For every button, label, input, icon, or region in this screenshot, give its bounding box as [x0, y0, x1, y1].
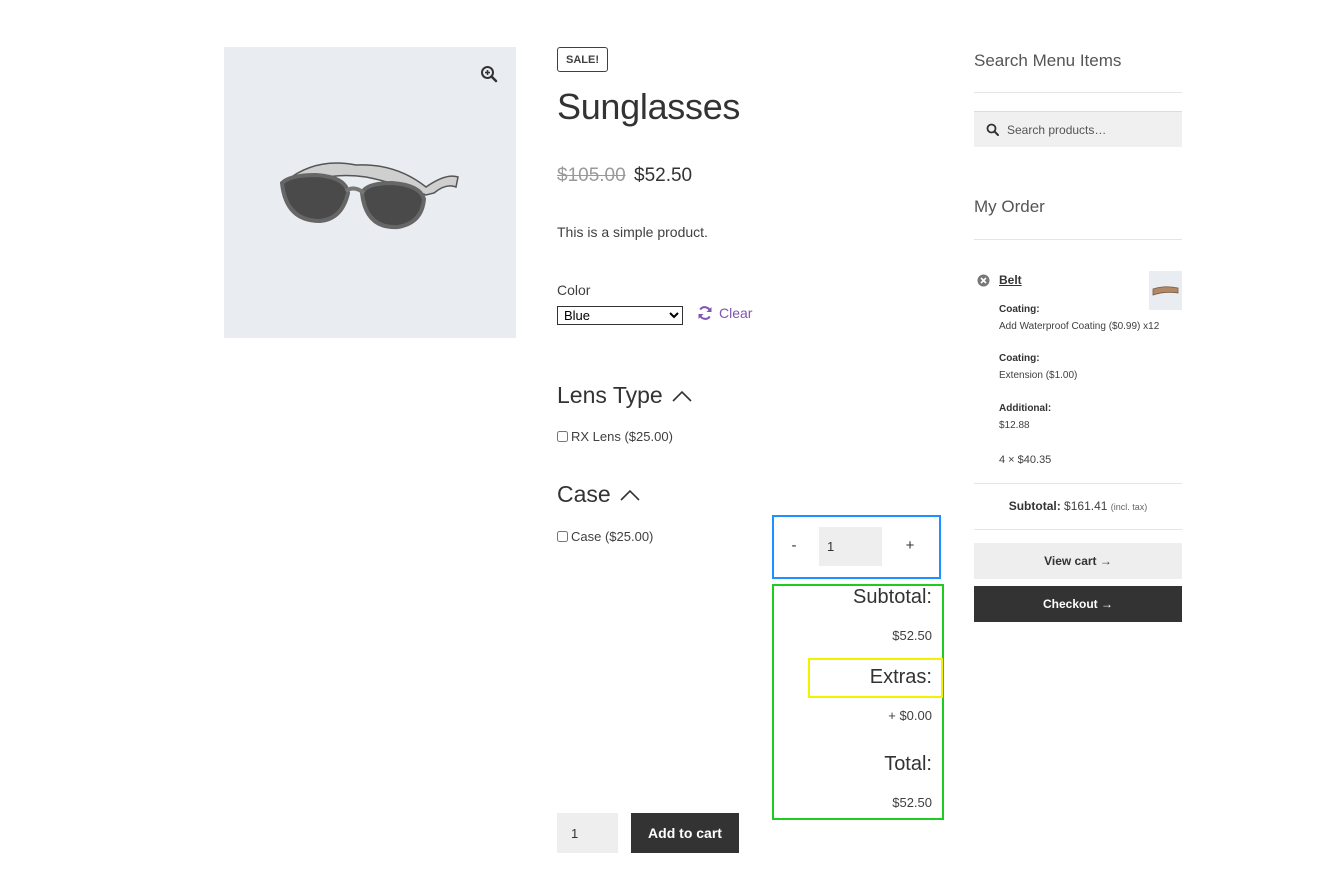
subtotal-value: $52.50: [892, 628, 932, 643]
case-heading[interactable]: Case: [557, 481, 641, 508]
item-meta-value: $12.88: [999, 420, 1030, 431]
color-label: Color: [557, 282, 591, 298]
case-option[interactable]: Case ($25.00): [557, 529, 653, 544]
extras-label: Extras:: [869, 666, 932, 688]
divider: [974, 239, 1182, 240]
arrow-right-icon: →: [1099, 554, 1112, 568]
item-meta-key: Additional:: [999, 403, 1052, 414]
cart-item-link[interactable]: Belt: [999, 273, 1022, 287]
rx-lens-option[interactable]: RX Lens ($25.00): [557, 429, 673, 444]
stepper-quantity-input[interactable]: [819, 527, 882, 566]
clear-label: Clear: [719, 305, 753, 321]
case-title: Case: [557, 481, 611, 507]
item-meta-key: Coating:: [999, 304, 1040, 315]
sale-price: $52.50: [634, 165, 693, 186]
decrement-button[interactable]: -: [782, 534, 806, 558]
clear-link[interactable]: Clear: [697, 305, 752, 321]
item-meta-value: Extension ($1.00): [999, 370, 1078, 381]
sunglasses-image: [279, 162, 459, 230]
product-search: [974, 111, 1182, 148]
rx-lens-checkbox[interactable]: [557, 431, 568, 442]
belt-image: [1152, 286, 1179, 296]
divider: [974, 529, 1182, 530]
add-to-cart-button[interactable]: Add to cart: [631, 813, 739, 853]
item-meta-value: Add Waterproof Coating ($0.99) x12: [999, 321, 1160, 332]
case-checkbox[interactable]: [557, 531, 568, 542]
chevron-up-icon: [620, 489, 640, 501]
product-title: Sunglasses: [557, 86, 741, 127]
total-label: Total:: [884, 753, 932, 775]
view-cart-button[interactable]: View cart →: [974, 543, 1182, 579]
refresh-icon: [698, 306, 712, 320]
checkout-button[interactable]: Checkout →: [974, 586, 1182, 622]
extras-value: + $0.00: [888, 708, 932, 723]
case-label: Case ($25.00): [571, 529, 654, 544]
quantity-stepper: - +: [772, 515, 941, 579]
cart-item-quantity: 4 × $40.35: [999, 454, 1052, 466]
view-cart-label: View cart: [1044, 554, 1097, 568]
rx-lens-label: RX Lens ($25.00): [571, 429, 673, 444]
sale-badge: SALE!: [557, 47, 608, 72]
arrow-right-icon: →: [1101, 597, 1114, 611]
product-description: This is a simple product.: [557, 224, 708, 240]
total-value: $52.50: [892, 795, 932, 810]
subtotal-label: Subtotal:: [853, 586, 932, 608]
regular-price: $105.00: [557, 165, 626, 186]
product-gallery: [224, 47, 516, 338]
increment-button[interactable]: +: [898, 534, 922, 558]
search-widget-title: Search Menu Items: [974, 51, 1122, 70]
quantity-input[interactable]: [557, 813, 618, 853]
cart-item-thumbnail[interactable]: [1149, 271, 1182, 310]
lens-type-title: Lens Type: [557, 382, 663, 408]
order-widget-title: My Order: [974, 197, 1045, 216]
chevron-up-icon: [672, 390, 692, 402]
item-meta-key: Coating:: [999, 353, 1040, 364]
remove-item-icon[interactable]: [977, 274, 990, 287]
color-select[interactable]: Blue: [557, 306, 683, 325]
price-totals: Subtotal: $52.50 Extras: + $0.00 Total: …: [772, 584, 944, 820]
lens-type-heading[interactable]: Lens Type: [557, 382, 693, 409]
divider: [974, 483, 1182, 484]
divider: [974, 92, 1182, 93]
subtotal-amount: $161.41: [1064, 499, 1108, 513]
subtotal-label: Subtotal:: [1008, 499, 1061, 513]
checkout-label: Checkout: [1042, 597, 1098, 611]
search-input[interactable]: [1005, 112, 1181, 148]
search-icon: [986, 123, 999, 136]
mini-cart-subtotal: Subtotal: $161.41 (incl. tax): [974, 499, 1182, 513]
tax-note: (incl. tax): [1110, 502, 1148, 512]
zoom-in-icon[interactable]: [480, 65, 498, 83]
